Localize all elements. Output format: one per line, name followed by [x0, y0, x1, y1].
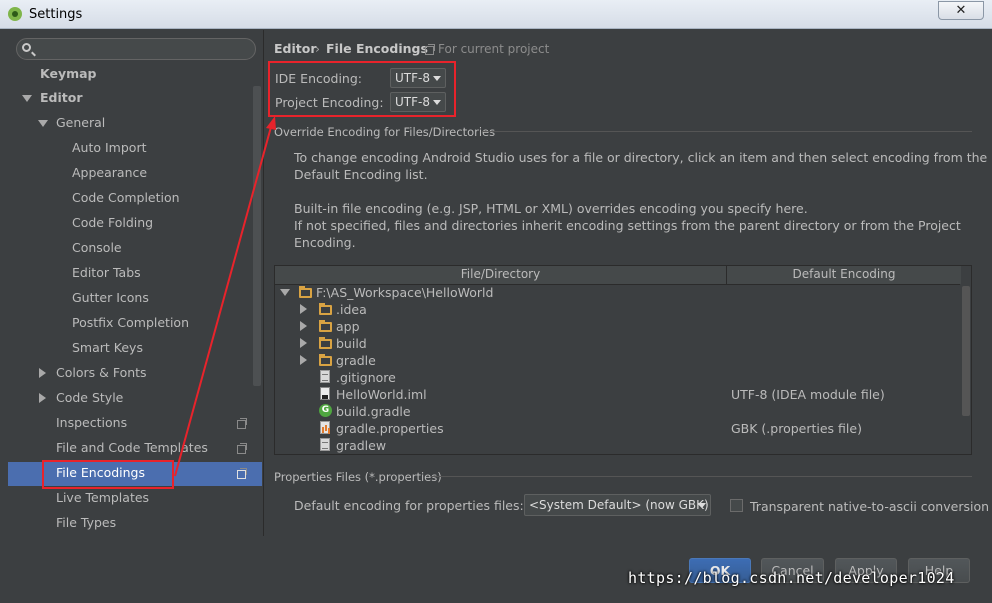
sidebar-item-postfix-completion[interactable]: Postfix Completion	[72, 312, 189, 334]
watermark: https://blog.csdn.net/developer1024	[628, 569, 955, 587]
project-encoding-label: Project Encoding:	[275, 95, 384, 110]
android-studio-icon	[8, 7, 22, 21]
properties-file-icon	[320, 421, 330, 434]
sidebar-item-code-style[interactable]: Code Style	[56, 387, 123, 409]
native-to-ascii-label[interactable]: Transparent native-to-ascii conversion	[750, 499, 989, 514]
sidebar-item-gutter-icons[interactable]: Gutter Icons	[72, 287, 149, 309]
sidebar-item-file-types[interactable]: File Types	[56, 512, 116, 534]
column-header-encoding[interactable]: Default Encoding	[727, 267, 961, 281]
close-button[interactable]: ✕	[938, 1, 984, 20]
window-title: Settings	[29, 7, 83, 22]
ide-encoding-value: UTF-8	[395, 71, 430, 85]
chevron-right-icon[interactable]	[300, 321, 307, 331]
search-input[interactable]	[16, 38, 256, 60]
scope-hint: For current project	[438, 42, 550, 56]
project-scope-icon	[237, 418, 247, 429]
table-row[interactable]: build	[336, 335, 367, 352]
project-scope-icon	[237, 468, 247, 479]
sidebar-item-auto-import[interactable]: Auto Import	[72, 137, 146, 159]
dropdown-arrow-icon	[433, 76, 441, 81]
properties-encoding-select[interactable]: <System Default> (now GBK)	[524, 494, 711, 516]
chevron-down-icon[interactable]	[38, 120, 48, 127]
close-icon: ✕	[955, 3, 967, 18]
text-file-icon	[320, 438, 330, 451]
table-row[interactable]: gradle	[336, 352, 376, 369]
override-description-3b: Encoding.	[294, 235, 356, 250]
sidebar-item-keymap[interactable]: Keymap	[40, 63, 97, 85]
section-separator	[431, 476, 972, 477]
folder-icon	[319, 354, 332, 366]
sidebar-item-smart-keys[interactable]: Smart Keys	[72, 337, 143, 359]
override-description-1: To change encoding Android Studio uses f…	[294, 150, 988, 165]
native-to-ascii-checkbox[interactable]	[730, 499, 743, 512]
chevron-right-icon[interactable]	[39, 393, 46, 403]
table-row[interactable]: .gitignore	[336, 369, 396, 386]
properties-encoding-value: <System Default> (now GBK)	[529, 498, 709, 512]
table-row[interactable]: gradle.properties	[336, 420, 444, 437]
table-scrollbar-thumb[interactable]	[962, 286, 970, 416]
page-title: File Encodings	[326, 41, 428, 56]
text-file-icon	[320, 370, 330, 383]
ide-encoding-label: IDE Encoding:	[275, 71, 362, 86]
sidebar-item-file-code-templates[interactable]: File and Code Templates	[56, 437, 208, 459]
dropdown-arrow-icon	[698, 503, 706, 508]
sidebar-item-code-folding[interactable]: Code Folding	[72, 212, 153, 234]
project-encoding-select[interactable]: UTF-8	[390, 92, 446, 112]
sidebar-item-file-encodings[interactable]: File Encodings	[56, 462, 145, 484]
override-description-1b: Default Encoding list.	[294, 167, 428, 182]
search-icon	[22, 43, 31, 52]
sidebar-item-general[interactable]: General	[56, 112, 105, 134]
section-separator	[482, 131, 972, 132]
chevron-right-icon[interactable]	[300, 355, 307, 365]
table-row[interactable]: build.gradle	[336, 403, 411, 420]
sidebar-item-editor-tabs[interactable]: Editor Tabs	[72, 262, 141, 284]
ide-encoding-select[interactable]: UTF-8	[390, 68, 446, 88]
chevron-right-icon[interactable]	[39, 368, 46, 378]
title-bar	[0, 0, 992, 29]
sidebar-item-colors-fonts[interactable]: Colors & Fonts	[56, 362, 147, 384]
gradle-icon: G	[319, 404, 332, 417]
sidebar-item-console[interactable]: Console	[72, 237, 122, 259]
table-row[interactable]: .idea	[336, 301, 367, 318]
override-section-title: Override Encoding for Files/Directories	[274, 125, 496, 139]
folder-icon	[299, 286, 312, 298]
table-row[interactable]: app	[336, 318, 360, 335]
column-header-file[interactable]: File/Directory	[275, 267, 726, 281]
chevron-right-icon[interactable]	[300, 338, 307, 348]
module-file-icon	[320, 387, 330, 400]
encoding-table[interactable]: File/Directory Default Encoding F:\AS_Wo…	[274, 265, 972, 455]
dropdown-arrow-icon	[433, 100, 441, 105]
folder-icon	[319, 337, 332, 349]
folder-icon	[319, 303, 332, 315]
project-scope-icon	[237, 443, 247, 454]
table-header: File/Directory Default Encoding	[275, 266, 961, 285]
table-row[interactable]: HelloWorld.iml	[336, 386, 427, 403]
properties-section-title: Properties Files (*.properties)	[274, 470, 442, 484]
sidebar-item-appearance[interactable]: Appearance	[72, 162, 147, 184]
default-encoding-label: Default encoding for properties files:	[294, 498, 524, 513]
table-row[interactable]: F:\AS_Workspace\HelloWorld	[316, 284, 493, 301]
folder-icon	[319, 320, 332, 332]
table-cell-encoding[interactable]: UTF-8 (IDEA module file)	[731, 386, 885, 403]
project-scope-icon	[425, 44, 435, 55]
chevron-right-icon[interactable]	[300, 304, 307, 314]
table-cell-encoding[interactable]: GBK (.properties file)	[731, 420, 862, 437]
sidebar-scrollbar[interactable]	[253, 86, 261, 386]
override-description-3: If not specified, files and directories …	[294, 218, 961, 233]
override-description-2: Built-in file encoding (e.g. JSP, HTML o…	[294, 201, 808, 216]
chevron-down-icon[interactable]	[280, 289, 290, 296]
sidebar-item-editor[interactable]: Editor	[40, 87, 83, 109]
chevron-down-icon[interactable]	[22, 95, 32, 102]
table-row[interactable]: gradlew	[336, 437, 386, 454]
project-encoding-value: UTF-8	[395, 95, 430, 109]
sidebar-item-live-templates[interactable]: Live Templates	[56, 487, 149, 509]
sidebar-item-inspections[interactable]: Inspections	[56, 412, 127, 434]
sidebar-item-code-completion[interactable]: Code Completion	[72, 187, 180, 209]
breadcrumb-separator: ›	[315, 41, 320, 56]
panel-divider[interactable]	[263, 30, 264, 536]
breadcrumb-editor[interactable]: Editor	[274, 41, 317, 56]
